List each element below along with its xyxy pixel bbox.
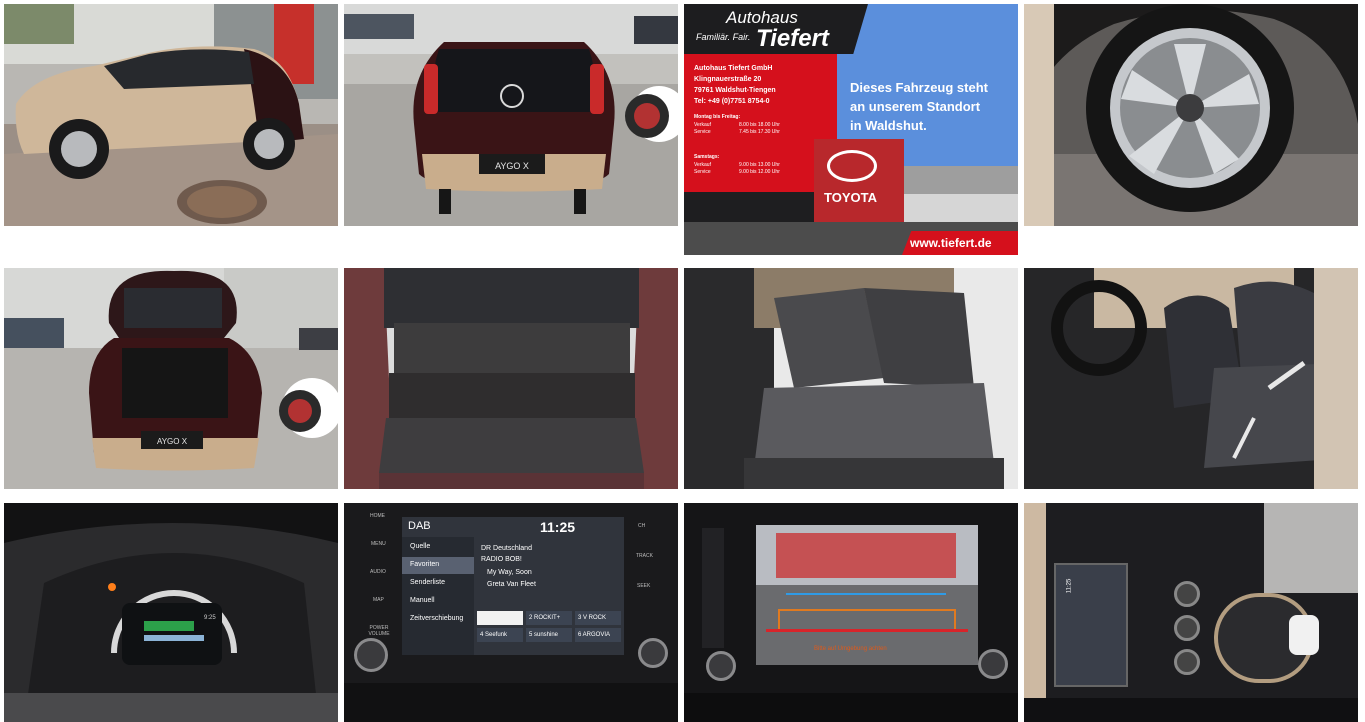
dealer-url: www.tiefert.de	[910, 236, 992, 250]
dealer-company: Autohaus Tiefert GmbH	[694, 65, 773, 72]
song-artist: Greta Van Fleet	[487, 581, 536, 588]
radio-clock: 11:25	[540, 519, 576, 535]
console-clock: 11:25	[1066, 578, 1073, 594]
photo-trunk-open[interactable]: AYGO X	[4, 268, 338, 489]
hours-saturday-label: Service	[694, 169, 711, 175]
camera-guide-orange	[778, 609, 956, 611]
climate-knob[interactable]	[1174, 615, 1200, 641]
track-button[interactable]: TRACK	[636, 553, 653, 559]
gear-shifter[interactable]	[1289, 615, 1319, 655]
trunk-open-image: AYGO X	[4, 268, 338, 489]
hours-saturday-title: Samstags:	[694, 154, 720, 160]
seek-button[interactable]: SEEK	[637, 583, 650, 589]
volume-knob[interactable]	[354, 638, 388, 672]
building-sign: TOYOTA	[824, 190, 877, 205]
hours-weekday-label: Verkauf	[694, 122, 711, 128]
trunk-interior-image	[344, 268, 678, 489]
hours-saturday-time: 9.00 bis 13.00 Uhr	[739, 162, 780, 168]
dealer-city: 79761 Waldshut-Tiengen	[694, 87, 776, 94]
map-button[interactable]: MAP	[373, 597, 384, 603]
toyota-logo	[827, 150, 877, 182]
dealer-tagline: Familiär. Fair.	[696, 32, 751, 42]
dealer-street: Klingnauerstraße 20	[694, 76, 762, 83]
photo-instrument-cluster[interactable]: 9:25	[4, 503, 338, 722]
menu-item-timeshift[interactable]: Zeitverschiebung	[410, 615, 463, 622]
cluster-clock: 9:25	[204, 615, 216, 621]
menu-button[interactable]: MENU	[371, 541, 386, 547]
preset-4[interactable]: 4 Seefunk	[477, 628, 523, 642]
photo-trunk-interior[interactable]	[344, 268, 678, 489]
tune-knob[interactable]	[978, 649, 1008, 679]
camera-guide-red	[766, 629, 968, 632]
home-button[interactable]: HOME	[370, 513, 385, 519]
audio-button[interactable]: AUDIO	[370, 569, 386, 575]
hours-weekday-time: 8.00 bis 18.00 Uhr	[739, 122, 780, 128]
photo-infotainment-radio[interactable]: HOME MENU AUDIO MAP POWER VOLUME CH TRAC…	[344, 503, 678, 722]
dealer-ad[interactable]: Autohaus Familiär. Fair. Tiefert Autohau…	[684, 4, 1018, 255]
slogan-line-3: in Waldshut.	[850, 118, 927, 133]
camera-guide-blue	[786, 593, 946, 595]
climate-knob[interactable]	[1174, 649, 1200, 675]
station-name: RADIO BOB!	[481, 556, 522, 563]
menu-item-favorites[interactable]: Favoriten	[410, 561, 439, 568]
preset-3[interactable]: 3 V ROCK	[575, 611, 621, 625]
photo-front-seats[interactable]	[1024, 268, 1358, 489]
side-button-column	[702, 528, 724, 648]
channel-button[interactable]: CH	[638, 523, 645, 529]
preset-2[interactable]: 2 ROCKIT+	[526, 611, 572, 625]
license-plate-text: AYGO X	[495, 161, 529, 171]
hours-saturday-label: Verkauf	[694, 162, 711, 168]
license-plate-text: AYGO X	[157, 437, 188, 446]
photo-exterior-rear[interactable]: AYGO X	[344, 4, 678, 226]
volume-knob[interactable]	[706, 651, 736, 681]
dealer-brand-name: Tiefert	[756, 25, 829, 52]
hours-weekday-title: Montag bis Freitag:	[694, 114, 741, 120]
photo-rear-camera[interactable]: Bitte auf Umgebung achten	[684, 503, 1018, 722]
wheel-image	[1024, 4, 1358, 226]
console-screen	[1054, 563, 1128, 687]
instrument-cluster-image: 9:25	[4, 503, 338, 722]
car-side-image	[4, 4, 338, 226]
slogan-line-1: Dieses Fahrzeug steht	[850, 80, 988, 95]
photo-exterior-side[interactable]	[4, 4, 338, 226]
photo-center-console[interactable]: 11:25	[1024, 503, 1358, 722]
hours-saturday-time: 9.00 bis 12.00 Uhr	[739, 169, 780, 175]
photo-rear-seats[interactable]	[684, 268, 1018, 489]
preset-1[interactable]	[477, 611, 523, 625]
rear-seats-image	[684, 268, 1018, 489]
preset-6[interactable]: 6 ARGOVIA	[575, 628, 621, 642]
song-title: My Way, Soon	[487, 569, 532, 576]
photo-wheel[interactable]	[1024, 4, 1358, 226]
climate-knob[interactable]	[1174, 581, 1200, 607]
power-volume-label: POWER VOLUME	[368, 625, 390, 637]
front-seats-image	[1024, 268, 1358, 489]
preset-5[interactable]: 5 sunshine	[526, 628, 572, 642]
camera-view	[756, 525, 978, 665]
radio-source: DAB	[408, 520, 431, 532]
menu-item-station-list[interactable]: Senderliste	[410, 579, 445, 586]
hours-weekday-time: 7.45 bis 17.30 Uhr	[739, 129, 780, 135]
car-rear-image: AYGO X	[344, 4, 678, 226]
slogan-line-2: an unserem Standort	[850, 99, 981, 114]
hours-weekday-label: Service	[694, 129, 711, 135]
tune-knob[interactable]	[638, 638, 668, 668]
dealer-phone: Tel: +49 (0)7751 8754-0	[694, 98, 770, 105]
station-ensemble: DR Deutschland	[481, 545, 532, 552]
camera-warning: Bitte auf Umgebung achten	[814, 646, 887, 652]
menu-item-manual[interactable]: Manuell	[410, 597, 435, 604]
menu-item-source[interactable]: Quelle	[410, 543, 430, 550]
